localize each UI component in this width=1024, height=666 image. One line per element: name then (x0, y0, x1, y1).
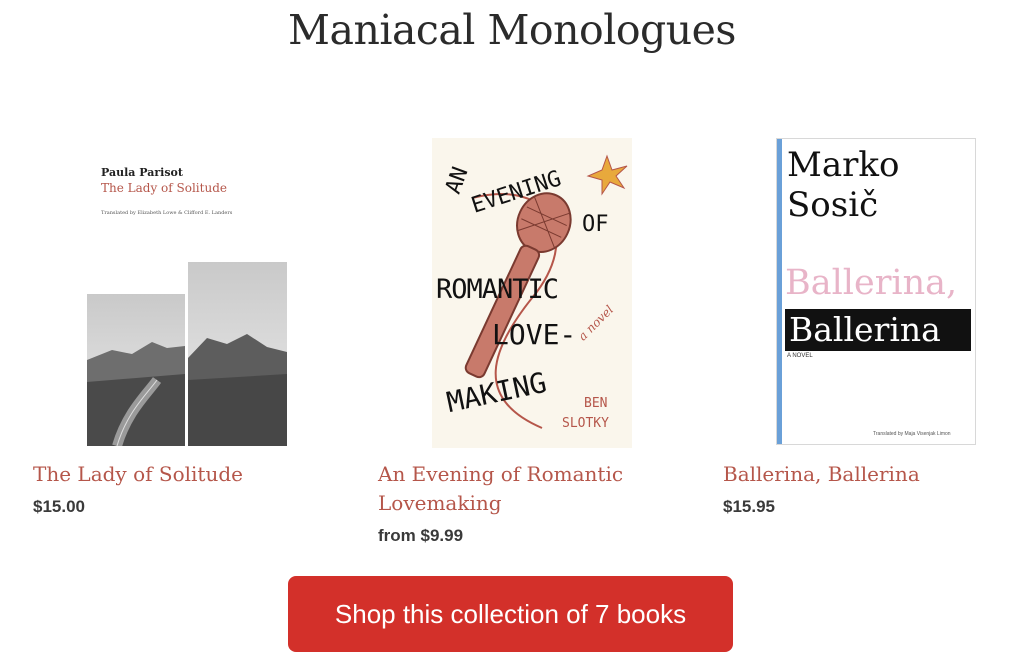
cover-author: Paula Parisot (101, 166, 183, 179)
cover-line: OF (582, 212, 609, 237)
book-title-line: Lovemaking (378, 491, 502, 515)
cover-credit: Translated by Elizabeth Lowe & Clifford … (101, 210, 233, 216)
cover-spine-stripe (777, 139, 782, 444)
cover-title: The Lady of Solitude (101, 181, 227, 195)
book-title-link[interactable]: Ballerina, Ballerina (723, 460, 1023, 489)
cover-author: BEN (584, 396, 608, 411)
cover-title: Ballerina, (785, 263, 958, 303)
book-title-link[interactable]: An Evening of Romantic Lovemaking (378, 460, 678, 518)
cover-tag: A NOVEL (787, 353, 813, 359)
book-price: $15.00 (33, 497, 85, 516)
cover-line: ROMANTIC (436, 274, 559, 305)
shop-collection-button[interactable]: Shop this collection of 7 books (288, 576, 733, 652)
book-price: from $9.99 (378, 526, 464, 545)
cover-credit: Translated by Maja Visenjak Limon (873, 431, 951, 437)
cover-author: Sosič (787, 185, 879, 225)
book-title-line: An Evening of Romantic (378, 462, 624, 486)
book-cover[interactable]: Paula Parisot The Lady of Solitude Trans… (33, 138, 333, 448)
cover-title: Ballerina (785, 309, 971, 351)
cover-line: LOVE- (492, 318, 577, 351)
cover-author: SLOTKY (562, 416, 609, 431)
book-price: $15.95 (723, 497, 775, 516)
book-cover[interactable]: Marko Sosič Ballerina, Ballerina A NOVEL… (776, 138, 976, 445)
book-title-link[interactable]: The Lady of Solitude (33, 460, 333, 489)
landscape-photo (87, 262, 287, 446)
collection-title: Maniacal Monologues (288, 6, 736, 54)
book-cover[interactable]: AN EVENING OF ROMANTIC LOVE- MAKING a no… (432, 138, 632, 448)
cover-author: Marko (787, 145, 900, 185)
